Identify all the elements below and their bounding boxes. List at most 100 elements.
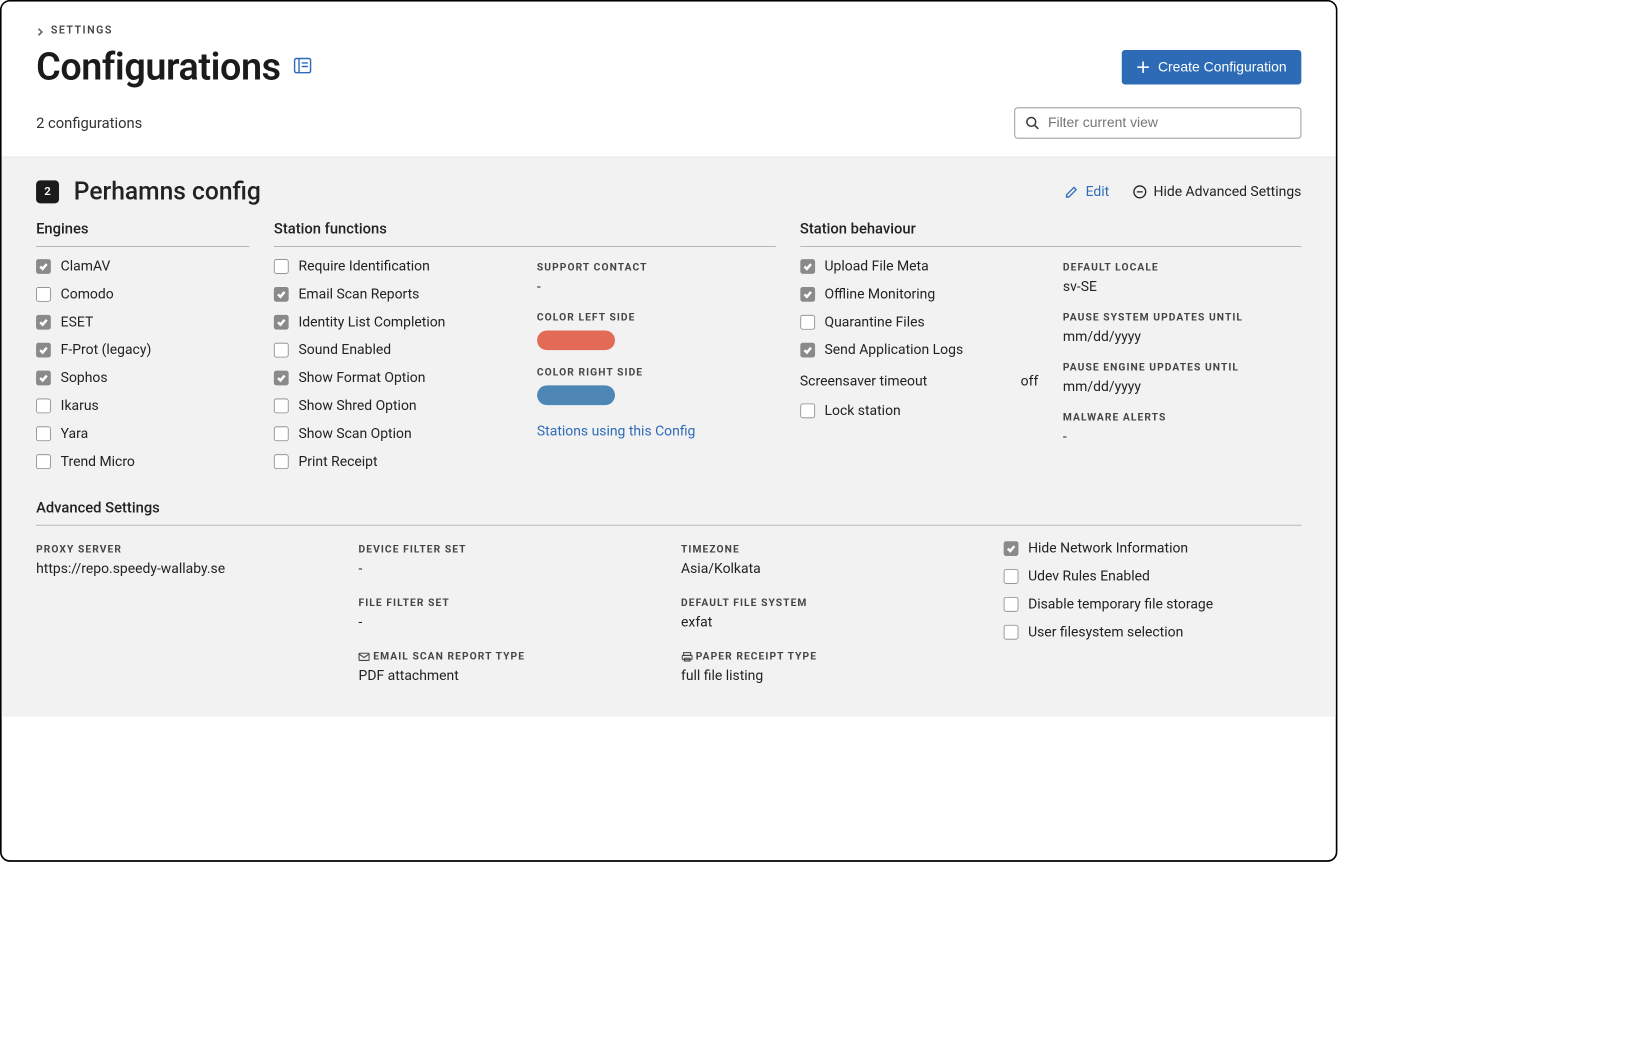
station-behaviour-label: Offline Monitoring <box>825 286 936 302</box>
edit-button[interactable]: Edit <box>1064 183 1109 199</box>
checkbox-icon <box>274 315 289 330</box>
engine-label: Ikarus <box>61 398 99 414</box>
default-fs-label: Default File System <box>681 597 979 609</box>
engine-label: Comodo <box>61 286 114 302</box>
station-behaviour-checkbox[interactable]: Upload File Meta <box>800 258 1038 274</box>
checkbox-icon <box>274 287 289 302</box>
station-function-label: Show Shred Option <box>298 398 416 414</box>
station-function-label: Sound Enabled <box>298 342 391 358</box>
device-filter-value: - <box>359 561 657 577</box>
engine-checkbox[interactable]: Trend Micro <box>36 453 249 469</box>
station-function-checkbox[interactable]: Email Scan Reports <box>274 286 512 302</box>
device-filter-label: Device Filter Set <box>359 544 657 556</box>
chevron-right-icon <box>36 27 44 35</box>
station-function-checkbox[interactable]: Show Scan Option <box>274 426 512 442</box>
file-filter-label: File Filter Set <box>359 597 657 609</box>
engine-checkbox[interactable]: ESET <box>36 314 249 330</box>
lock-station-label: Lock station <box>825 403 901 419</box>
engine-checkbox[interactable]: Ikarus <box>36 398 249 414</box>
checkbox-icon <box>36 426 51 441</box>
station-behaviour-label: Quarantine Files <box>825 314 925 330</box>
checkbox-icon <box>800 315 815 330</box>
engine-checkbox[interactable]: ClamAV <box>36 258 249 274</box>
station-behaviour-checkbox[interactable]: Send Application Logs <box>800 342 1038 358</box>
engines-title: Engines <box>36 221 249 247</box>
checkbox-icon <box>36 287 51 302</box>
advanced-checkbox[interactable]: User filesystem selection <box>1003 624 1301 640</box>
checkbox-icon <box>1003 569 1018 584</box>
checkbox-icon <box>36 315 51 330</box>
color-left-label: Color Left Side <box>537 312 775 324</box>
checkbox-icon <box>36 399 51 414</box>
checkbox-icon <box>274 343 289 358</box>
create-configuration-button[interactable]: Create Configuration <box>1122 50 1301 84</box>
engine-checkbox[interactable]: Yara <box>36 426 249 442</box>
checkbox-icon <box>36 343 51 358</box>
station-function-checkbox[interactable]: Show Format Option <box>274 370 512 386</box>
hide-advanced-label: Hide Advanced Settings <box>1153 183 1301 199</box>
paper-receipt-label: Paper Receipt Type <box>681 650 979 662</box>
engine-label: Trend Micro <box>61 453 135 469</box>
minus-circle-icon <box>1132 184 1147 199</box>
configurations-icon <box>292 55 313 80</box>
color-right-swatch <box>537 385 615 405</box>
checkbox-icon <box>1003 597 1018 612</box>
engine-checkbox[interactable]: Comodo <box>36 286 249 302</box>
config-index-badge: 2 <box>36 180 59 203</box>
checkbox-icon <box>1003 541 1018 556</box>
default-locale-value: sv-SE <box>1063 279 1301 295</box>
pause-system-value: mm/dd/yyyy <box>1063 329 1301 345</box>
station-function-checkbox[interactable]: Sound Enabled <box>274 342 512 358</box>
breadcrumb-settings[interactable]: SETTINGS <box>51 25 113 37</box>
stations-using-config-link[interactable]: Stations using this Config <box>537 423 775 439</box>
station-function-label: Print Receipt <box>298 453 377 469</box>
station-behaviour-checkbox[interactable]: Quarantine Files <box>800 314 1038 330</box>
checkbox-icon <box>274 426 289 441</box>
support-contact-label: Support Contact <box>537 262 775 274</box>
engine-checkbox[interactable]: F-Prot (legacy) <box>36 342 249 358</box>
screensaver-label: Screensaver timeout <box>800 373 927 389</box>
checkbox-icon <box>36 259 51 274</box>
checkbox-icon <box>274 371 289 386</box>
file-filter-value: - <box>359 614 657 630</box>
create-configuration-label: Create Configuration <box>1158 59 1287 75</box>
checkbox-icon <box>800 403 815 418</box>
advanced-checkbox[interactable]: Udev Rules Enabled <box>1003 568 1301 584</box>
breadcrumb[interactable]: SETTINGS <box>36 25 1301 37</box>
screensaver-value: off <box>1021 373 1039 389</box>
station-function-label: Require Identification <box>298 258 429 274</box>
advanced-checkbox[interactable]: Hide Network Information <box>1003 540 1301 556</box>
default-fs-value: exfat <box>681 614 979 630</box>
engine-checkbox[interactable]: Sophos <box>36 370 249 386</box>
checkbox-icon <box>274 259 289 274</box>
filter-input-wrap[interactable] <box>1014 107 1301 138</box>
checkbox-icon <box>274 399 289 414</box>
paper-receipt-value: full file listing <box>681 667 979 683</box>
filter-input[interactable] <box>1048 115 1291 131</box>
hide-advanced-button[interactable]: Hide Advanced Settings <box>1132 183 1301 199</box>
page-title: Configurations <box>36 45 281 89</box>
support-contact-value: - <box>537 279 775 295</box>
mail-icon <box>359 651 370 661</box>
station-behaviour-checkbox[interactable]: Offline Monitoring <box>800 286 1038 302</box>
email-report-type-value: PDF attachment <box>359 667 657 683</box>
station-function-checkbox[interactable]: Identity List Completion <box>274 314 512 330</box>
advanced-checkbox[interactable]: Disable temporary file storage <box>1003 596 1301 612</box>
checkbox-icon <box>36 371 51 386</box>
lock-station-checkbox[interactable]: Lock station <box>800 403 1038 419</box>
station-function-label: Identity List Completion <box>298 314 445 330</box>
advanced-label: Disable temporary file storage <box>1028 596 1213 612</box>
station-function-checkbox[interactable]: Require Identification <box>274 258 512 274</box>
station-function-label: Show Scan Option <box>298 426 411 442</box>
station-behaviour-title: Station behaviour <box>800 221 1301 247</box>
station-function-checkbox[interactable]: Print Receipt <box>274 453 512 469</box>
engine-label: ESET <box>61 314 94 330</box>
config-name: Perhamns config <box>74 177 261 206</box>
timezone-label: Timezone <box>681 544 979 556</box>
pause-engine-value: mm/dd/yyyy <box>1063 379 1301 395</box>
color-right-label: Color Right Side <box>537 367 775 379</box>
configurations-count: 2 configurations <box>36 114 142 131</box>
advanced-label: Udev Rules Enabled <box>1028 568 1150 584</box>
proxy-label: Proxy Server <box>36 544 334 556</box>
station-function-checkbox[interactable]: Show Shred Option <box>274 398 512 414</box>
